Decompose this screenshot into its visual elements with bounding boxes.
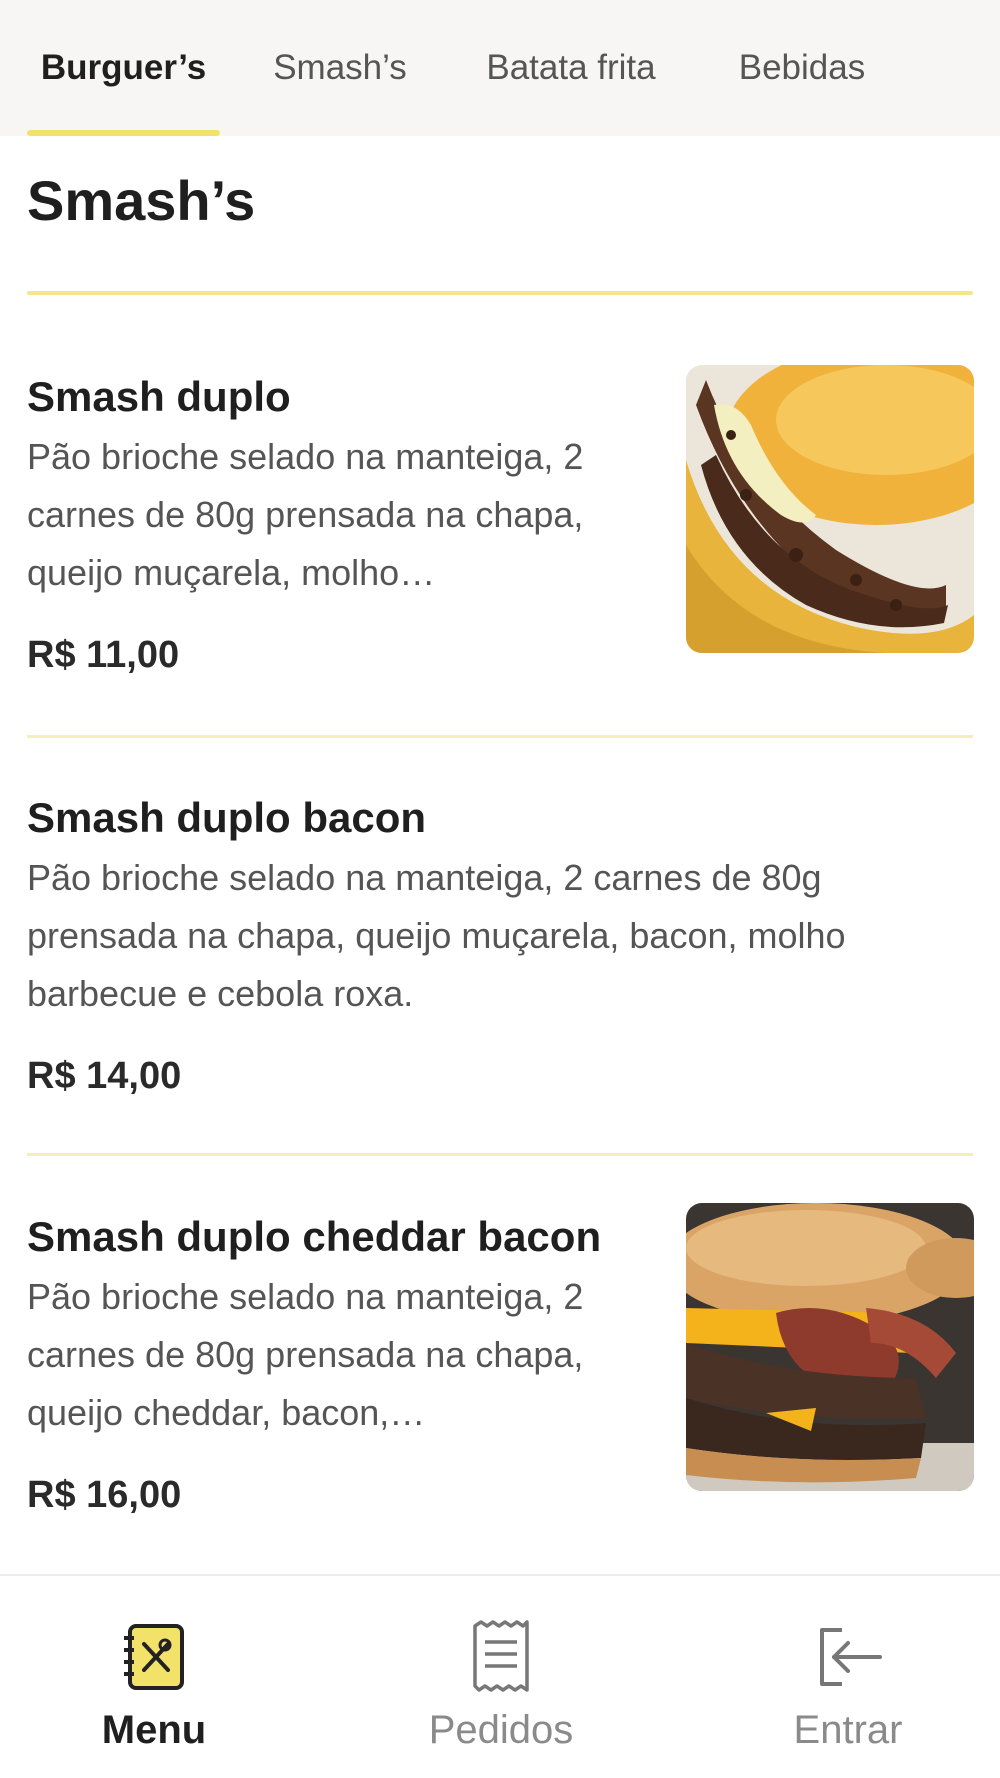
nav-entrar[interactable]: Entrar bbox=[698, 1576, 998, 1778]
tab-label: Burguer’s bbox=[40, 48, 207, 87]
nav-pedidos[interactable]: Pedidos bbox=[351, 1576, 651, 1778]
category-tabs: Burguer’s Smash’s Batata frita Bebidas bbox=[0, 0, 1000, 136]
tab-bebidas[interactable]: Bebidas bbox=[718, 0, 886, 136]
item-description: Pão brioche selado na manteiga, 2 carnes… bbox=[27, 857, 846, 1015]
item-divider bbox=[27, 735, 973, 738]
active-tab-indicator bbox=[27, 130, 220, 136]
nav-label: Pedidos bbox=[428, 1708, 574, 1752]
nav-menu[interactable]: Menu bbox=[4, 1576, 304, 1778]
menu-book-icon bbox=[114, 1616, 194, 1696]
tab-batata-frita[interactable]: Batata frita bbox=[470, 0, 672, 136]
page: Burguer’s Smash’s Batata frita Bebidas S… bbox=[0, 0, 1000, 1778]
item-description: Pão brioche selado na manteiga, 2 carnes… bbox=[27, 1276, 584, 1434]
tab-smashs[interactable]: Smash’s bbox=[258, 0, 422, 136]
menu-item-smash-duplo-bacon[interactable]: Smash duplo bacon Pão brioche selado na … bbox=[27, 793, 973, 1097]
item-name: Smash duplo bacon bbox=[27, 794, 427, 841]
tab-label: Batata frita bbox=[486, 48, 656, 87]
item-price: R$ 14,00 bbox=[27, 1055, 182, 1097]
login-icon bbox=[808, 1616, 888, 1696]
receipt-icon bbox=[461, 1616, 541, 1696]
item-price: R$ 11,00 bbox=[27, 634, 180, 676]
item-description: Pão brioche selado na manteiga, 2 carnes… bbox=[27, 436, 584, 594]
section-divider bbox=[27, 291, 973, 295]
section-title: Smash’s bbox=[27, 169, 256, 232]
smash-duplo-photo[interactable] bbox=[686, 365, 974, 653]
tab-label: Bebidas bbox=[738, 48, 866, 87]
tab-burguers[interactable]: Burguer’s bbox=[27, 0, 220, 136]
item-divider bbox=[27, 1153, 973, 1156]
item-price: R$ 16,00 bbox=[27, 1474, 182, 1516]
nav-label: Entrar bbox=[793, 1708, 903, 1752]
smash-duplo-cheddar-bacon-photo[interactable] bbox=[686, 1203, 974, 1491]
bottom-navigation: Menu Pedidos Entrar bbox=[0, 1574, 1000, 1778]
tab-label: Smash’s bbox=[273, 48, 407, 87]
nav-label: Menu bbox=[101, 1708, 207, 1752]
